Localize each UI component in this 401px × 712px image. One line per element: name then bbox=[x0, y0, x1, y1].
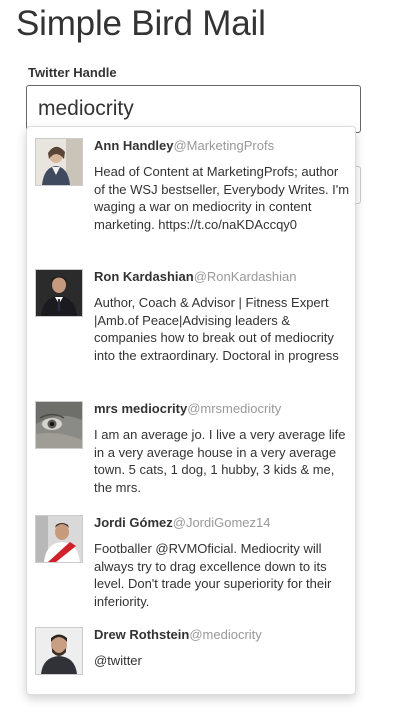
suggestion-bio: Author, Coach & Advisor | Fitness Expert… bbox=[94, 295, 339, 363]
suggestion-name: Ron Kardashian bbox=[94, 269, 194, 284]
suggestion-header: Ron Kardashian@RonKardashian bbox=[94, 269, 297, 285]
twitter-handle-label: Twitter Handle bbox=[28, 65, 117, 80]
avatar bbox=[35, 627, 83, 675]
app-title: Simple Bird Mail bbox=[16, 4, 266, 43]
suggestion-item[interactable]: mrs mediocrity@mrsmediocrity I am an ave… bbox=[27, 401, 355, 501]
suggestion-header: Drew Rothstein@mediocrity bbox=[94, 627, 262, 643]
suggestion-bio: I am an average jo. I live a very averag… bbox=[94, 427, 346, 495]
suggestion-handle: @JordiGomez14 bbox=[172, 515, 271, 530]
suggestion-handle: @MarketingProfs bbox=[173, 138, 275, 153]
suggestion-name: Drew Rothstein bbox=[94, 627, 190, 642]
suggestion-item[interactable]: Ann Handley@MarketingProfs Head of Conte… bbox=[27, 138, 355, 258]
avatar bbox=[35, 515, 83, 563]
suggestion-item[interactable]: Ron Kardashian@RonKardashian Author, Coa… bbox=[27, 269, 355, 389]
avatar bbox=[35, 401, 83, 449]
suggestion-name: Ann Handley bbox=[94, 138, 174, 153]
suggestion-handle: @mrsmediocrity bbox=[187, 401, 282, 416]
suggestion-handle: @mediocrity bbox=[189, 627, 262, 642]
suggestion-item[interactable]: Jordi Gómez@JordiGomez14 Footballer @RVM… bbox=[27, 515, 355, 615]
suggestion-handle: @RonKardashian bbox=[193, 269, 297, 284]
autocomplete-dropdown: Ann Handley@MarketingProfs Head of Conte… bbox=[26, 126, 356, 695]
avatar bbox=[35, 269, 83, 317]
suggestion-name: Jordi Gómez bbox=[94, 515, 173, 530]
suggestion-header: Jordi Gómez@JordiGomez14 bbox=[94, 515, 271, 531]
suggestion-bio: Head of Content at MarketingProfs; autho… bbox=[94, 164, 350, 232]
suggestion-bio: @twitter bbox=[94, 653, 142, 668]
page: Simple Bird Mail Twitter Handle Ann Hand… bbox=[0, 0, 401, 712]
suggestion-item[interactable]: Drew Rothstein@mediocrity @twitter bbox=[27, 627, 355, 679]
avatar bbox=[35, 138, 83, 186]
suggestion-header: mrs mediocrity@mrsmediocrity bbox=[94, 401, 281, 417]
suggestion-bio: Footballer @RVMOficial. Mediocrity will … bbox=[94, 541, 332, 609]
suggestion-name: mrs mediocrity bbox=[94, 401, 188, 416]
suggestion-header: Ann Handley@MarketingProfs bbox=[94, 138, 274, 154]
